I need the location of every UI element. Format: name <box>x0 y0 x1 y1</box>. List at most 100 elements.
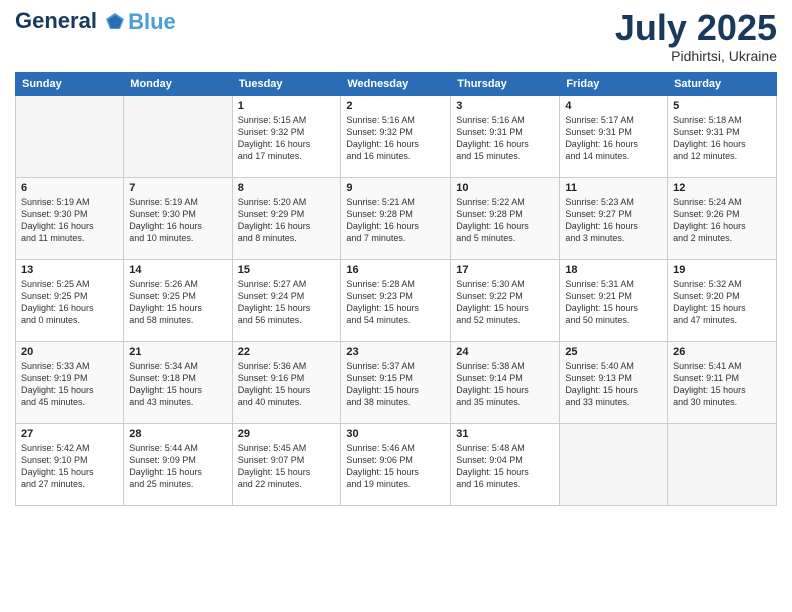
location: Pidhirtsi, Ukraine <box>615 48 777 64</box>
day-info: Sunrise: 5:32 AMSunset: 9:20 PMDaylight:… <box>673 278 771 327</box>
logo: General Blue <box>15 10 176 33</box>
month-year: July 2025 <box>615 10 777 46</box>
calendar-body: 1Sunrise: 5:15 AMSunset: 9:32 PMDaylight… <box>16 96 777 506</box>
logo-general: General <box>15 8 97 33</box>
calendar-cell: 23 Sunrise: 5:37 AMSunset: 9:15 PMDayligh… <box>341 342 451 424</box>
logo-blue: Blue <box>128 11 176 33</box>
calendar-cell: 27 Sunrise: 5:42 AMSunset: 9:10 PMDayligh… <box>16 424 124 506</box>
calendar-cell: 1Sunrise: 5:15 AMSunset: 9:32 PMDaylight… <box>232 96 341 178</box>
calendar-cell: 2 Sunrise: 5:16 AMSunset: 9:32 PMDaylight… <box>341 96 451 178</box>
calendar-cell: 11 Sunrise: 5:23 AMSunset: 9:27 PMDayligh… <box>560 178 668 260</box>
day-number: 25 <box>565 346 662 358</box>
calendar-cell <box>124 96 232 178</box>
calendar-cell: 4 Sunrise: 5:17 AMSunset: 9:31 PMDaylight… <box>560 96 668 178</box>
day-number: 21 <box>129 346 226 358</box>
day-number: 2 <box>346 100 445 112</box>
logo-text: General Blue <box>15 10 176 33</box>
day-number: 27 <box>21 428 118 440</box>
calendar-cell: 21Sunrise: 5:34 AMSunset: 9:18 PMDayligh… <box>124 342 232 424</box>
day-info: Sunrise: 5:36 AMSunset: 9:16 PMDaylight:… <box>238 360 336 409</box>
day-number: 14 <box>129 264 226 276</box>
header-friday: Friday <box>560 73 668 96</box>
day-info: Sunrise: 5:25 AMSunset: 9:25 PMDaylight:… <box>21 278 118 327</box>
title-block: July 2025 Pidhirtsi, Ukraine <box>615 10 777 64</box>
day-number: 8 <box>238 182 336 194</box>
day-info: Sunrise: 5:19 AMSunset: 9:30 PMDaylight:… <box>129 196 226 245</box>
calendar-table: Sunday Monday Tuesday Wednesday Thursday… <box>15 72 777 506</box>
logo-flag-icon <box>104 11 126 33</box>
day-info: Sunrise: 5:33 AMSunset: 9:19 PMDaylight:… <box>21 360 118 409</box>
day-number: 18 <box>565 264 662 276</box>
day-number: 3 <box>456 100 554 112</box>
day-info: Sunrise: 5:16 AMSunset: 9:31 PMDaylight:… <box>456 114 554 163</box>
calendar-cell: 8 Sunrise: 5:20 AMSunset: 9:29 PMDaylight… <box>232 178 341 260</box>
calendar-header: Sunday Monday Tuesday Wednesday Thursday… <box>16 73 777 96</box>
day-number: 13 <box>21 264 118 276</box>
calendar-cell: 9Sunrise: 5:21 AMSunset: 9:28 PMDaylight… <box>341 178 451 260</box>
calendar-cell: 25 Sunrise: 5:40 AMSunset: 9:13 PMDayligh… <box>560 342 668 424</box>
calendar-week-1: 1Sunrise: 5:15 AMSunset: 9:32 PMDaylight… <box>16 96 777 178</box>
header-sunday: Sunday <box>16 73 124 96</box>
calendar-cell: 15 Sunrise: 5:27 AMSunset: 9:24 PMDayligh… <box>232 260 341 342</box>
calendar-cell: 29Sunrise: 5:45 AMSunset: 9:07 PMDayligh… <box>232 424 341 506</box>
day-info: Sunrise: 5:26 AMSunset: 9:25 PMDaylight:… <box>129 278 226 327</box>
calendar-cell: 16Sunrise: 5:28 AMSunset: 9:23 PMDayligh… <box>341 260 451 342</box>
day-info: Sunrise: 5:24 AMSunset: 9:26 PMDaylight:… <box>673 196 771 245</box>
day-info: Sunrise: 5:41 AMSunset: 9:11 PMDaylight:… <box>673 360 771 409</box>
day-info: Sunrise: 5:42 AMSunset: 9:10 PMDaylight:… <box>21 442 118 491</box>
day-info: Sunrise: 5:44 AMSunset: 9:09 PMDaylight:… <box>129 442 226 491</box>
day-info: Sunrise: 5:18 AMSunset: 9:31 PMDaylight:… <box>673 114 771 163</box>
day-number: 5 <box>673 100 771 112</box>
day-number: 11 <box>565 182 662 194</box>
day-info: Sunrise: 5:48 AMSunset: 9:04 PMDaylight:… <box>456 442 554 491</box>
day-number: 31 <box>456 428 554 440</box>
calendar-cell <box>668 424 777 506</box>
day-info: Sunrise: 5:19 AMSunset: 9:30 PMDaylight:… <box>21 196 118 245</box>
calendar-cell: 17Sunrise: 5:30 AMSunset: 9:22 PMDayligh… <box>451 260 560 342</box>
day-info: Sunrise: 5:31 AMSunset: 9:21 PMDaylight:… <box>565 278 662 327</box>
day-number: 7 <box>129 182 226 194</box>
calendar-cell: 10Sunrise: 5:22 AMSunset: 9:28 PMDayligh… <box>451 178 560 260</box>
header: General Blue July 2025 Pidhirtsi, Ukrain… <box>15 10 777 64</box>
day-info: Sunrise: 5:21 AMSunset: 9:28 PMDaylight:… <box>346 196 445 245</box>
day-number: 29 <box>238 428 336 440</box>
day-info: Sunrise: 5:17 AMSunset: 9:31 PMDaylight:… <box>565 114 662 163</box>
day-number: 23 <box>346 346 445 358</box>
calendar-week-4: 20 Sunrise: 5:33 AMSunset: 9:19 PMDayligh… <box>16 342 777 424</box>
day-info: Sunrise: 5:40 AMSunset: 9:13 PMDaylight:… <box>565 360 662 409</box>
calendar-cell: 12 Sunrise: 5:24 AMSunset: 9:26 PMDayligh… <box>668 178 777 260</box>
calendar-cell: 20 Sunrise: 5:33 AMSunset: 9:19 PMDayligh… <box>16 342 124 424</box>
day-info: Sunrise: 5:23 AMSunset: 9:27 PMDaylight:… <box>565 196 662 245</box>
day-number: 4 <box>565 100 662 112</box>
day-number: 6 <box>21 182 118 194</box>
day-info: Sunrise: 5:37 AMSunset: 9:15 PMDaylight:… <box>346 360 445 409</box>
days-header-row: Sunday Monday Tuesday Wednesday Thursday… <box>16 73 777 96</box>
calendar-cell: 26Sunrise: 5:41 AMSunset: 9:11 PMDayligh… <box>668 342 777 424</box>
day-number: 12 <box>673 182 771 194</box>
day-info: Sunrise: 5:15 AMSunset: 9:32 PMDaylight:… <box>238 114 336 163</box>
calendar-cell <box>560 424 668 506</box>
day-number: 19 <box>673 264 771 276</box>
header-wednesday: Wednesday <box>341 73 451 96</box>
day-number: 30 <box>346 428 445 440</box>
day-info: Sunrise: 5:46 AMSunset: 9:06 PMDaylight:… <box>346 442 445 491</box>
calendar-cell: 5 Sunrise: 5:18 AMSunset: 9:31 PMDaylight… <box>668 96 777 178</box>
calendar-cell: 3 Sunrise: 5:16 AMSunset: 9:31 PMDaylight… <box>451 96 560 178</box>
day-info: Sunrise: 5:20 AMSunset: 9:29 PMDaylight:… <box>238 196 336 245</box>
calendar-cell: 31 Sunrise: 5:48 AMSunset: 9:04 PMDayligh… <box>451 424 560 506</box>
calendar-cell: 18 Sunrise: 5:31 AMSunset: 9:21 PMDayligh… <box>560 260 668 342</box>
calendar-cell: 7 Sunrise: 5:19 AMSunset: 9:30 PMDaylight… <box>124 178 232 260</box>
calendar-cell: 19 Sunrise: 5:32 AMSunset: 9:20 PMDayligh… <box>668 260 777 342</box>
calendar-week-3: 13 Sunrise: 5:25 AMSunset: 9:25 PMDayligh… <box>16 260 777 342</box>
day-info: Sunrise: 5:27 AMSunset: 9:24 PMDaylight:… <box>238 278 336 327</box>
day-number: 16 <box>346 264 445 276</box>
day-info: Sunrise: 5:16 AMSunset: 9:32 PMDaylight:… <box>346 114 445 163</box>
calendar-cell <box>16 96 124 178</box>
calendar-cell: 14 Sunrise: 5:26 AMSunset: 9:25 PMDayligh… <box>124 260 232 342</box>
day-number: 10 <box>456 182 554 194</box>
day-number: 20 <box>21 346 118 358</box>
calendar-week-2: 6 Sunrise: 5:19 AMSunset: 9:30 PMDaylight… <box>16 178 777 260</box>
day-number: 15 <box>238 264 336 276</box>
day-number: 22 <box>238 346 336 358</box>
day-number: 28 <box>129 428 226 440</box>
